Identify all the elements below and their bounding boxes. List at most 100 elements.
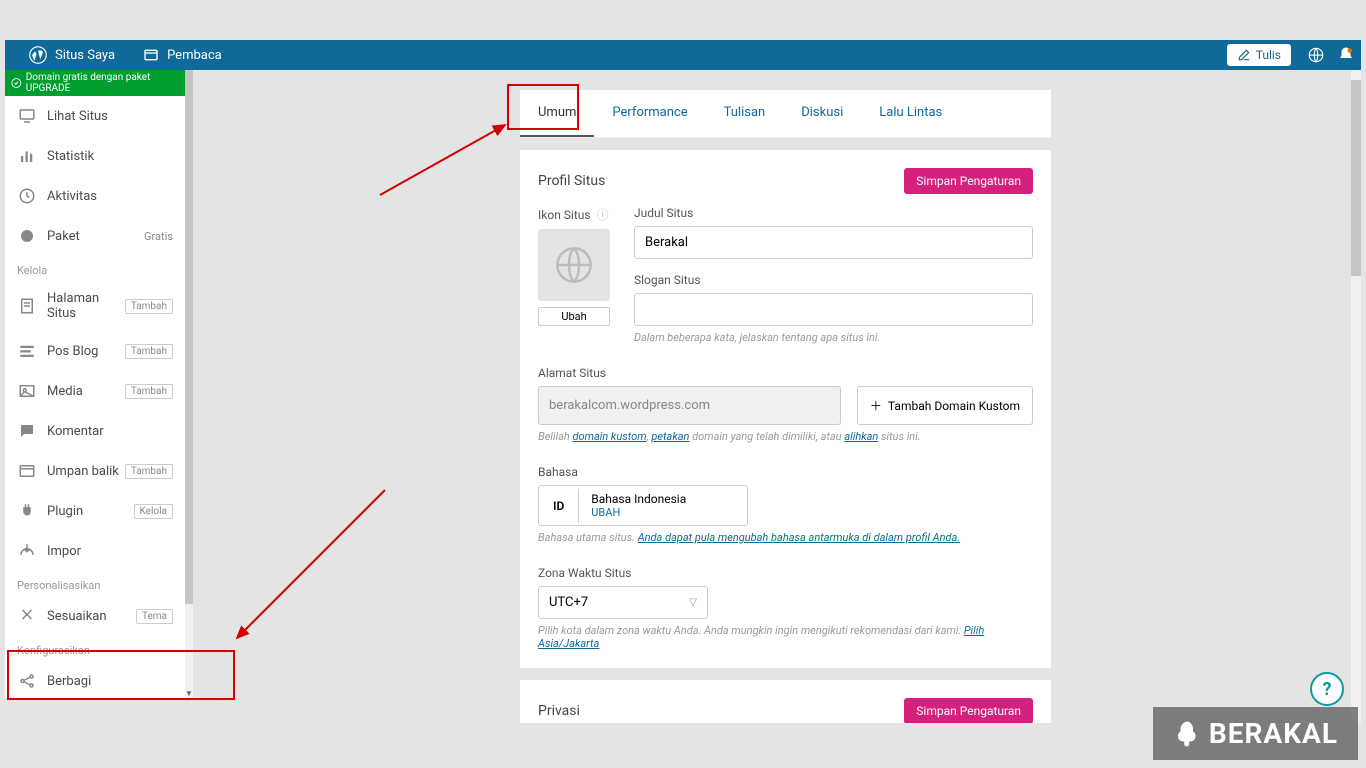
timezone-value: UTC+7: [549, 595, 588, 610]
sidebar-item-label: Komentar: [47, 424, 173, 439]
privacy-panel: Privasi Simpan Pengaturan Umum: [520, 680, 1051, 723]
add-badge[interactable]: Tambah: [125, 384, 173, 399]
sidebar-item-stats[interactable]: Statistik: [5, 136, 185, 176]
plugin-icon: [17, 501, 37, 521]
sidebar-item-pages[interactable]: Halaman SitusTambah: [5, 281, 185, 331]
notification-button[interactable]: [1331, 46, 1361, 64]
section-header-personal: Personalisasikan: [5, 571, 185, 596]
language-hint: Bahasa utama situs. Anda dapat pula meng…: [538, 531, 1033, 544]
domain-kustom-link[interactable]: domain kustom: [572, 430, 646, 443]
section-header-config: Konfigurasikan: [5, 636, 185, 661]
chevron-down-icon: ▽: [689, 597, 697, 608]
main-scrollbar[interactable]: [1351, 70, 1361, 723]
sidebar-item-view-site[interactable]: Lihat Situs: [5, 96, 185, 136]
language-code: ID: [539, 489, 579, 523]
manage-badge[interactable]: Kelola: [134, 504, 173, 519]
petakan-link[interactable]: petakan: [651, 430, 689, 443]
sidebar-item-label: Paket: [47, 229, 144, 244]
language-profile-link[interactable]: Anda dapat pula mengubah bahasa antarmuk…: [638, 531, 960, 544]
save-privacy-button[interactable]: Simpan Pengaturan: [904, 698, 1033, 723]
wordpress-icon: [29, 46, 47, 64]
alihkan-link[interactable]: alihkan: [844, 430, 878, 443]
watermark: BERAKAL: [1153, 707, 1358, 760]
sidebar-item-share[interactable]: Berbagi: [5, 661, 185, 698]
sidebar-item-comments[interactable]: Komentar: [5, 411, 185, 451]
sidebar-item-media[interactable]: MediaTambah: [5, 371, 185, 411]
media-icon: [17, 381, 37, 401]
tab-diskusi[interactable]: Diskusi: [783, 90, 861, 137]
sidebar-item-feedback[interactable]: Umpan balikTambah: [5, 451, 185, 491]
my-site-menu[interactable]: Situs Saya: [5, 40, 129, 70]
sidebar-item-label: Pos Blog: [47, 344, 125, 359]
language-name: Bahasa Indonesia: [591, 492, 686, 506]
timezone-select[interactable]: UTC+7 ▽: [538, 586, 708, 619]
sidebar-item-activity[interactable]: Aktivitas: [5, 176, 185, 216]
main-content: Umum Performance Tulisan Diskusi Lalu Li…: [195, 70, 1361, 723]
add-custom-domain-button[interactable]: ＋ Tambah Domain Kustom: [857, 386, 1033, 425]
sidebar-item-customize[interactable]: SesuaikanTema: [5, 596, 185, 636]
site-icon-preview: [538, 229, 610, 301]
scroll-down-icon[interactable]: ▼: [185, 688, 193, 698]
profile-heading: Profil Situs: [538, 173, 904, 189]
write-button[interactable]: Tulis: [1227, 44, 1291, 66]
sidebar-item-label: Aktivitas: [47, 189, 173, 204]
globe-placeholder-icon: [554, 245, 594, 285]
scrollbar-thumb[interactable]: [185, 70, 193, 604]
language-change-link[interactable]: UBAH: [591, 506, 686, 519]
bell-icon: [1337, 46, 1355, 64]
add-badge[interactable]: Tambah: [125, 299, 173, 314]
site-address-input: [538, 386, 841, 425]
history-icon: [17, 186, 37, 206]
sidebar-item-label: Plugin: [47, 504, 134, 519]
language-selector[interactable]: ID Bahasa IndonesiaUBAH: [538, 485, 748, 526]
add-badge[interactable]: Tambah: [125, 464, 173, 479]
feedback-icon: [17, 461, 37, 481]
slogan-hint: Dalam beberapa kata, jelaskan tentang ap…: [634, 331, 1033, 344]
settings-tabs: Umum Performance Tulisan Diskusi Lalu Li…: [520, 90, 1051, 138]
sidebar-item-label: Berbagi: [47, 674, 173, 689]
sidebar-item-plugin[interactable]: PluginKelola: [5, 491, 185, 531]
sidebar-item-plan[interactable]: PaketGratis: [5, 216, 185, 256]
privacy-heading: Privasi: [538, 703, 904, 719]
plus-icon: ＋: [870, 397, 882, 414]
globe-icon: [1307, 46, 1325, 64]
share-icon: [17, 671, 37, 691]
reader-icon: [143, 47, 159, 63]
timezone-hint: Pilih kota dalam zona waktu Anda. Anda m…: [538, 624, 1033, 650]
site-slogan-input[interactable]: [634, 293, 1033, 326]
watermark-text: BERAKAL: [1209, 717, 1338, 750]
reader-label: Pembaca: [167, 48, 222, 63]
section-header-kelola: Kelola: [5, 256, 185, 281]
scrollbar-thumb[interactable]: [1351, 80, 1361, 276]
globe-button[interactable]: [1301, 46, 1331, 64]
change-icon-button[interactable]: Ubah: [538, 307, 610, 326]
upgrade-banner[interactable]: Domain gratis dengan paket UPGRADE: [5, 70, 185, 96]
sidebar-item-import[interactable]: Impor: [5, 531, 185, 571]
profile-panel: Profil Situs Simpan Pengaturan Ikon Situ…: [520, 150, 1051, 668]
top-bar: Situs Saya Pembaca Tulis: [5, 40, 1361, 70]
sidebar-item-label: Umpan balik: [47, 464, 125, 479]
posts-icon: [17, 341, 37, 361]
site-title-input[interactable]: [634, 226, 1033, 259]
tab-tulisan[interactable]: Tulisan: [706, 90, 784, 137]
customize-icon: [17, 606, 37, 626]
info-icon[interactable]: ⓘ: [597, 206, 609, 223]
sidebar-item-posts[interactable]: Pos BlogTambah: [5, 331, 185, 371]
import-icon: [17, 541, 37, 561]
plan-badge: Gratis: [144, 230, 173, 243]
tab-umum[interactable]: Umum: [520, 90, 594, 137]
tab-lalu-lintas[interactable]: Lalu Lintas: [861, 90, 960, 137]
sidebar-scrollbar[interactable]: ▼: [185, 70, 193, 698]
comment-icon: [17, 421, 37, 441]
stats-icon: [17, 146, 37, 166]
brain-icon: [1173, 719, 1203, 749]
write-label: Tulis: [1256, 48, 1281, 62]
reader-menu[interactable]: Pembaca: [129, 40, 236, 70]
add-badge[interactable]: Tambah: [125, 344, 173, 359]
tab-performance[interactable]: Performance: [594, 90, 705, 137]
add-domain-label: Tambah Domain Kustom: [888, 399, 1020, 413]
theme-badge[interactable]: Tema: [136, 609, 173, 624]
monitor-icon: [17, 106, 37, 126]
save-settings-button[interactable]: Simpan Pengaturan: [904, 168, 1033, 194]
help-button[interactable]: ?: [1310, 672, 1344, 706]
